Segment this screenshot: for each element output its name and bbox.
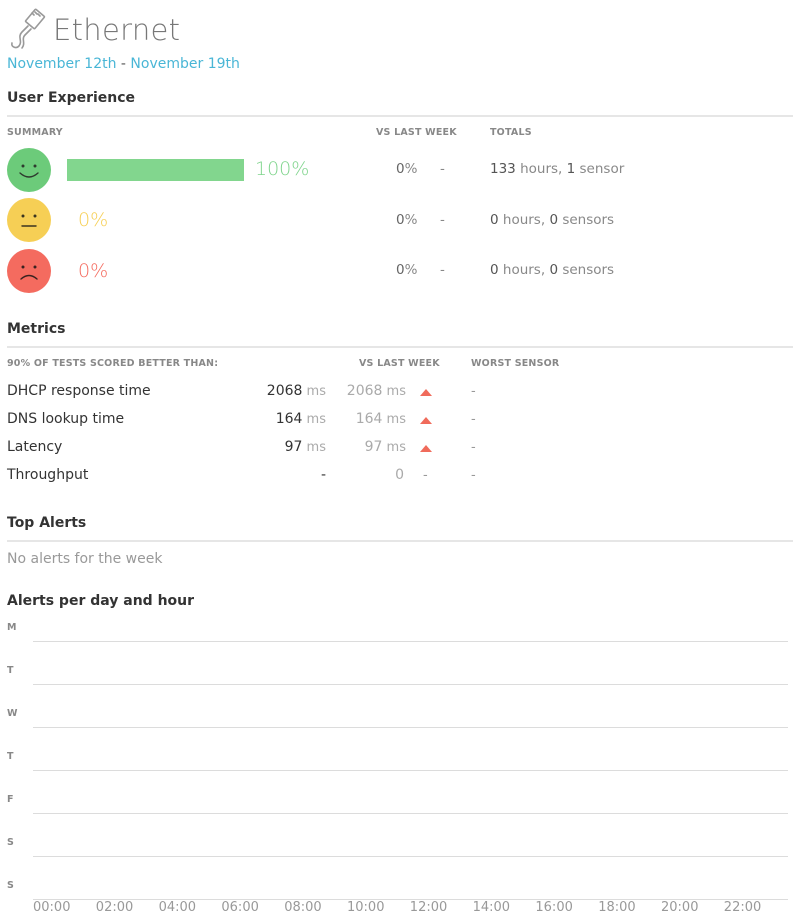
- day-row-line: [33, 856, 788, 857]
- metric-label-dhcp: DHCP response time: [7, 383, 151, 399]
- neutral-vs-trend: -: [440, 212, 445, 228]
- neutral-percent: 0%: [78, 209, 109, 231]
- metric-prev-throughput: 0: [395, 467, 404, 483]
- day-row-line: [33, 813, 788, 814]
- day-row-line: [33, 684, 788, 685]
- day-label: S: [7, 837, 14, 848]
- metrics-title: Metrics: [7, 321, 66, 337]
- sad-vs-last-week: 0%: [396, 262, 418, 278]
- metric-prev-dhcp: 2068 ms: [346, 383, 406, 399]
- neutral-totals: 0 hours, 0 sensors: [490, 212, 615, 228]
- metrics-vs-last-week-header: VS LAST WEEK: [359, 358, 440, 369]
- metric-worst-dhcp: -: [471, 384, 476, 399]
- sad-percent: 0%: [78, 260, 109, 282]
- neutral-vs-last-week: 0%: [396, 212, 418, 228]
- trend-up-icon: [420, 417, 432, 424]
- sad-face-icon: [7, 249, 51, 293]
- hour-tick-label: 14:00: [472, 900, 511, 915]
- metric-label-dns: DNS lookup time: [7, 411, 125, 427]
- trend-up-icon: [420, 445, 432, 452]
- totals-column-header: TOTALS: [490, 127, 532, 138]
- section-divider: [7, 115, 793, 117]
- section-divider: [7, 540, 793, 542]
- ethernet-plug-icon: [11, 8, 46, 49]
- hour-tick-label: 00:00: [33, 900, 71, 915]
- day-label: W: [7, 708, 18, 719]
- alerts-chart-title: Alerts per day and hour: [7, 593, 195, 609]
- hour-tick-label: 06:00: [221, 900, 259, 915]
- page-header: Ethernet: [7, 8, 180, 52]
- neutral-face-icon: [7, 198, 51, 242]
- user-experience-title: User Experience: [7, 90, 136, 106]
- metric-worst-dns: -: [471, 412, 476, 427]
- metric-value-latency: 97 ms: [284, 439, 326, 455]
- metric-worst-throughput: -: [471, 468, 476, 483]
- day-label: T: [7, 751, 14, 762]
- worst-sensor-header: WORST SENSOR: [471, 358, 560, 369]
- metric-worst-latency: -: [471, 440, 476, 455]
- section-divider: [7, 346, 793, 348]
- day-label: T: [7, 665, 14, 676]
- hour-tick-label: 02:00: [95, 900, 134, 915]
- metric-label-throughput: Throughput: [7, 467, 89, 483]
- sad-vs-trend: -: [440, 262, 445, 278]
- hour-tick-label: 18:00: [598, 900, 636, 915]
- happy-vs-trend: -: [440, 161, 445, 177]
- scored-column-header: 90% OF TESTS SCORED BETTER THAN:: [7, 358, 219, 369]
- day-row-line: [33, 727, 788, 728]
- hour-tick-label: 10:00: [347, 900, 385, 915]
- date-range[interactable]: November 12th - November 19th: [7, 56, 240, 72]
- happy-percentage-bar: [67, 159, 244, 181]
- metric-trend-throughput: -: [423, 468, 428, 483]
- metric-prev-latency: 97 ms: [364, 439, 406, 455]
- metric-label-latency: Latency: [7, 439, 63, 455]
- day-label: F: [7, 794, 14, 805]
- metric-value-throughput: -: [320, 467, 326, 483]
- date-end: November 19th: [130, 56, 240, 72]
- happy-percent: 100%: [255, 158, 310, 180]
- top-alerts-title: Top Alerts: [7, 515, 87, 531]
- happy-totals: 133 hours, 1 sensor: [490, 161, 625, 177]
- trend-up-icon: [420, 389, 432, 396]
- day-row-line: [33, 641, 788, 642]
- sad-totals: 0 hours, 0 sensors: [490, 262, 615, 278]
- hour-tick-label: 04:00: [158, 900, 197, 915]
- happy-face-icon: [7, 148, 51, 192]
- hour-tick-label: 16:00: [535, 900, 573, 915]
- no-alerts-message: No alerts for the week: [7, 551, 163, 567]
- metric-value-dhcp: 2068 ms: [266, 383, 326, 399]
- day-label: M: [7, 622, 17, 633]
- metric-prev-dns: 164 ms: [355, 411, 406, 427]
- page-title: Ethernet: [53, 13, 181, 47]
- day-row-line: [33, 770, 788, 771]
- hour-tick-label: 08:00: [284, 900, 322, 915]
- summary-column-header: SUMMARY: [7, 127, 63, 138]
- hour-tick-label: 22:00: [723, 900, 762, 915]
- vs-last-week-column-header: VS LAST WEEK: [376, 127, 457, 138]
- hour-tick-label: 12:00: [409, 900, 448, 915]
- day-label: S: [7, 880, 14, 891]
- happy-vs-last-week: 0%: [396, 161, 418, 177]
- hour-tick-label: 20:00: [661, 900, 699, 915]
- date-start: November 12th: [7, 56, 117, 72]
- metric-value-dns: 164 ms: [275, 411, 326, 427]
- date-separator: -: [116, 56, 131, 72]
